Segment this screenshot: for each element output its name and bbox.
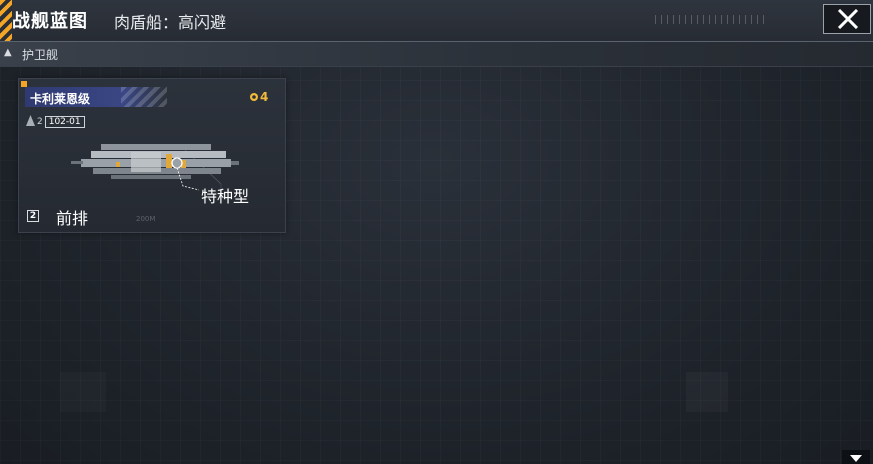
hazard-stripe [0, 0, 12, 41]
row-position-label: 前排 [56, 209, 89, 228]
close-icon [837, 9, 859, 29]
ship-type-label: 特种型 [201, 187, 250, 206]
resource-icon [250, 93, 258, 101]
section-header-frigate[interactable]: ▲ 护卫舰 [0, 42, 873, 67]
ship-cost-value: 4 [260, 90, 269, 104]
collapse-arrow-icon: ▲ [4, 47, 12, 58]
row-position-icon: 2 [27, 210, 39, 222]
close-button[interactable] [823, 4, 871, 34]
background-decoration [686, 372, 728, 412]
tier-icon [26, 115, 35, 126]
page-subtitle: 肉盾船：高闪避 [114, 13, 227, 32]
tier-value: 2 [37, 117, 43, 127]
section-label: 护卫舰 [22, 48, 59, 62]
scroll-down-button[interactable] [842, 450, 870, 464]
chevron-down-icon [850, 455, 862, 462]
decorative-ticks [655, 15, 765, 24]
ship-cost: 4 [249, 90, 268, 104]
ship-card[interactable]: 卡利莱恩级 4 2 102-01 特种型 2 前排 200M [18, 78, 286, 233]
scale-marker: 200M [136, 215, 156, 223]
background-decoration [60, 372, 106, 412]
ship-name: 卡利莱恩级 [30, 92, 91, 106]
header-bar: 战舰蓝图 肉盾船：高闪避 [0, 0, 873, 42]
ship-model: 102-01 [44, 116, 85, 128]
ship-tier: 2 102-01 [26, 115, 85, 128]
blueprint-screen: 战舰蓝图 肉盾船：高闪避 ▲ 护卫舰 卡利莱恩级 4 2 102-01 特种型 … [0, 0, 873, 464]
page-title: 战舰蓝图 [12, 11, 88, 32]
